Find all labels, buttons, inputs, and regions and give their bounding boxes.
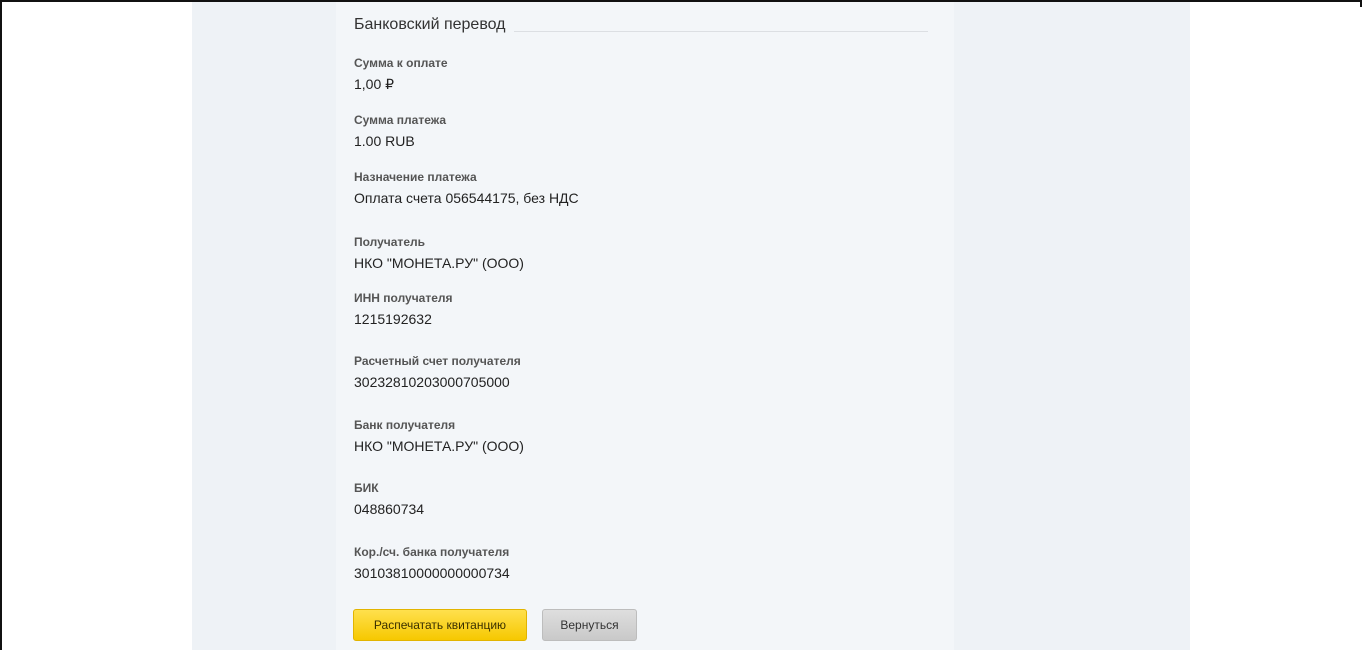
field-recipient-bank: Банк получателя НКО "МОНЕТА.РУ" (ООО) [354, 418, 914, 455]
field-amount-due: Сумма к оплате 1,00 ₽ [354, 56, 914, 93]
print-receipt-button[interactable]: Распечатать квитанцию [353, 609, 527, 641]
field-value: 1.00 RUB [354, 133, 415, 149]
field-label: Кор./сч. банка получателя [354, 545, 510, 559]
field-payment-purpose: Назначение платежа Оплата счета 05654417… [354, 170, 914, 207]
field-recipient: Получатель НКО "МОНЕТА.РУ" (ООО) [354, 235, 914, 272]
field-value: 048860734 [354, 501, 425, 517]
field-label: Сумма к оплате [354, 56, 448, 70]
field-payment-amount: Сумма платежа 1.00 RUB [354, 113, 914, 150]
field-recipient-inn: ИНН получателя 1215192632 [354, 291, 914, 328]
field-label: Расчетный счет получателя [354, 354, 521, 368]
section-header: Банковский перевод [354, 16, 928, 40]
field-recipient-account: Расчетный счет получателя 30232810203000… [354, 354, 914, 391]
field-label: Сумма платежа [354, 113, 447, 127]
field-value: 1,00 ₽ [354, 76, 395, 92]
field-label: БИК [354, 481, 379, 495]
field-value: 30232810203000705000 [354, 374, 510, 390]
field-label: ИНН получателя [354, 291, 453, 305]
section-title: Банковский перевод [354, 16, 514, 34]
field-bik: БИК 048860734 [354, 481, 914, 518]
field-correspondent-account: Кор./сч. банка получателя 30103810000000… [354, 545, 914, 582]
back-button[interactable]: Вернуться [542, 609, 637, 641]
field-value: 1215192632 [354, 311, 432, 327]
field-label: Получатель [354, 235, 425, 249]
field-label: Банк получателя [354, 418, 456, 432]
field-value: Оплата счета 056544175, без НДС [354, 190, 579, 206]
field-label: Назначение платежа [354, 170, 477, 184]
field-value: НКО "МОНЕТА.РУ" (ООО) [354, 438, 524, 454]
field-value: 30103810000000000734 [354, 565, 510, 581]
field-value: НКО "МОНЕТА.РУ" (ООО) [354, 255, 524, 271]
